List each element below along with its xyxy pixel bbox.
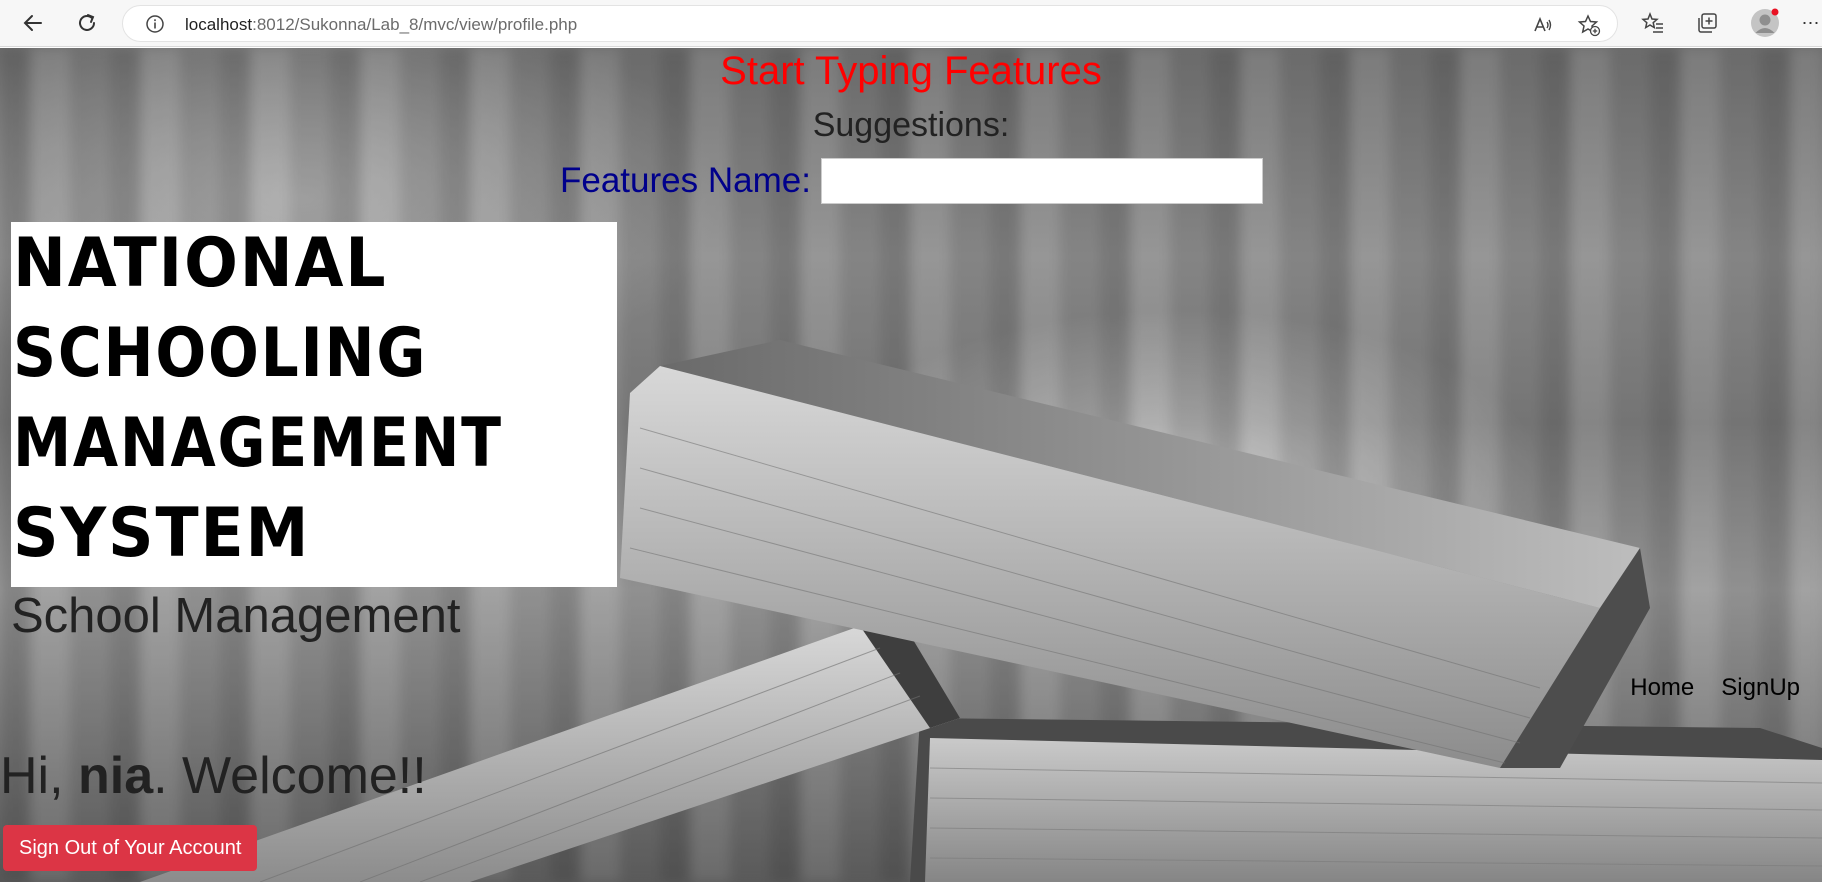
feature-name-input[interactable]	[820, 158, 1263, 204]
collections-icon	[1698, 13, 1717, 33]
sign-out-button[interactable]: Sign Out of Your Account	[3, 825, 258, 871]
reload-icon	[79, 14, 95, 31]
top-nav: Home SignUp	[1603, 674, 1800, 702]
welcome-username: nia	[78, 747, 154, 805]
profile-button[interactable]	[1748, 6, 1782, 40]
address-bar[interactable]: localhost:8012/Sukonna/Lab_8/mvc/view/pr…	[122, 5, 1618, 42]
more-icon: ⋯	[1801, 12, 1821, 33]
logo-line-3: MANAGEMENT	[13, 404, 503, 483]
logo-line-4: SYSTEM	[13, 494, 311, 573]
nav-signup-link[interactable]: SignUp	[1721, 674, 1800, 702]
search-title: Start Typing Features	[720, 49, 1102, 93]
site-logo: NATIONAL SCHOOLING MANAGEMENT SYSTEM	[11, 222, 617, 587]
favorites-icon	[1641, 11, 1663, 33]
feature-name-label: Features Name:	[560, 161, 811, 200]
logo-line-1: NATIONAL	[13, 224, 388, 303]
collections-button[interactable]	[1690, 6, 1724, 40]
suggestions-label: Suggestions:	[812, 106, 1010, 144]
info-icon[interactable]	[145, 14, 165, 34]
welcome-greeting: Hi,	[0, 747, 78, 805]
reload-button[interactable]	[70, 6, 104, 40]
read-aloud-icon	[1534, 16, 1552, 32]
back-arrow-icon	[23, 15, 42, 31]
feature-search-row: Features Name:	[560, 158, 1263, 204]
url-path: :8012/Sukonna/Lab_8/mvc/view/profile.php	[252, 15, 578, 34]
nav-home-link[interactable]: Home	[1630, 674, 1694, 702]
favorites-button[interactable]	[1636, 6, 1670, 40]
welcome-suffix: . Welcome!!	[153, 747, 427, 805]
profile-avatar-icon	[1751, 8, 1779, 37]
site-title: School Management	[11, 589, 461, 643]
url-host: localhost	[185, 15, 253, 34]
read-aloud-button[interactable]	[1531, 13, 1555, 37]
add-favorite-icon	[1577, 14, 1601, 37]
url-text[interactable]: localhost:8012/Sukonna/Lab_8/mvc/view/pr…	[185, 15, 577, 35]
back-button[interactable]	[16, 6, 50, 40]
add-favorite-button[interactable]	[1577, 13, 1601, 37]
page-background: Start Typing Features Suggestions: Featu…	[0, 48, 1822, 882]
browser-toolbar: localhost:8012/Sukonna/Lab_8/mvc/view/pr…	[0, 0, 1822, 47]
logo-line-2: SCHOOLING	[13, 314, 428, 393]
more-button[interactable]: ⋯	[1800, 6, 1822, 40]
welcome-message: Hi, nia. Welcome!!	[0, 746, 427, 806]
notification-dot	[1771, 8, 1779, 16]
